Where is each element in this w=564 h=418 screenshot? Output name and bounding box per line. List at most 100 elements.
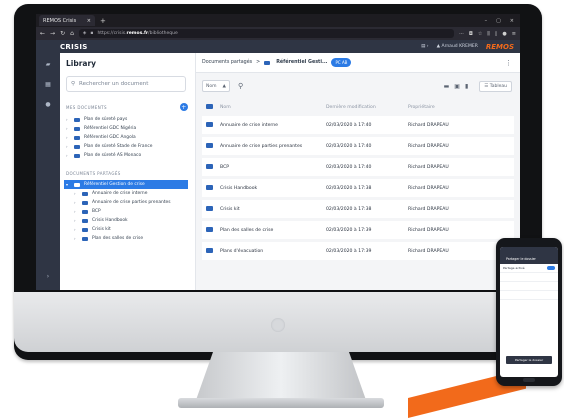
more-options-icon[interactable]: ⋮ xyxy=(505,59,520,67)
tree-item-label: Crisis kit xyxy=(92,227,111,232)
tree-item-label: Plan de sûreté AS Monaco xyxy=(84,153,142,158)
caret-right-icon[interactable]: › xyxy=(74,236,80,241)
tree-item-my-doc[interactable]: › Référentiel GDC Nigéria xyxy=(66,124,195,133)
phone-home-indicator xyxy=(523,378,535,382)
page-actions-icon[interactable]: ··· xyxy=(459,31,464,37)
grid-icon[interactable]: ▦ xyxy=(45,81,51,88)
tree-item-shared-child[interactable]: › Plan des salles de crise xyxy=(66,234,195,243)
browser-tab[interactable]: REMOS Crisis × xyxy=(39,15,95,26)
breadcrumb: Documents partagés > Référentiel Gesti..… xyxy=(196,53,520,73)
lock-icon: ▪ xyxy=(90,31,94,36)
row-name: BCP xyxy=(220,164,230,170)
folder-icon xyxy=(202,247,220,255)
table-row[interactable]: BCP 02/03/2020 à 17:40 Richard DRAPEAU xyxy=(202,158,514,179)
row-date: 02/03/2020 à 17:38 xyxy=(326,185,372,191)
shared-documents-heading: DOCUMENTS PARTAGÉS xyxy=(66,171,188,176)
tree-item-my-doc[interactable]: › Plan de sûreté Stade de France xyxy=(66,142,195,151)
breadcrumb-current[interactable]: Référentiel Gesti... xyxy=(276,60,327,65)
sidebar-icon[interactable]: ▯ xyxy=(495,31,498,37)
close-window-button[interactable]: × xyxy=(510,18,514,24)
trash-icon[interactable]: ▮ xyxy=(465,83,468,90)
tree-item-my-doc[interactable]: › Référentiel GDC Angola xyxy=(66,133,195,142)
menu-icon[interactable]: ≡ xyxy=(512,31,516,37)
row-owner: Richard DRAPEAU xyxy=(408,143,449,149)
folder-icon xyxy=(264,60,271,65)
notifications-icon[interactable]: ▤ › xyxy=(421,44,428,49)
table-row[interactable]: Plans d'évacuation 02/03/2020 à 17:39 Ri… xyxy=(202,242,514,263)
layers-icon[interactable]: ▰ xyxy=(46,61,51,68)
caret-right-icon[interactable]: › xyxy=(74,227,80,232)
extension-icon[interactable]: ● xyxy=(502,31,506,37)
column-header-name[interactable]: Nom xyxy=(220,105,326,110)
window-controls: – ▢ × xyxy=(485,18,520,24)
table-row[interactable]: Annuaire de crise parties prenantes 02/0… xyxy=(202,137,514,158)
tree-item-label: Plan des salles de crise xyxy=(92,236,144,241)
tree-item-my-doc[interactable]: › Plan de sûreté AS Monaco xyxy=(66,151,195,160)
tree-item-shared-child[interactable]: › Annuaire de crise parties prenantes xyxy=(66,198,195,207)
tree-item-label: Plan de sûreté pays xyxy=(84,117,128,122)
pocket-icon[interactable]: ◘ xyxy=(469,31,473,37)
minimize-button[interactable]: – xyxy=(485,18,488,24)
caret-right-icon[interactable]: › xyxy=(66,117,72,122)
maximize-button[interactable]: ▢ xyxy=(496,18,501,24)
library-icon[interactable]: ⫼ xyxy=(487,31,489,37)
caret-right-icon[interactable]: › xyxy=(66,135,72,140)
table-row[interactable]: Crisis Handbook 02/03/2020 à 17:38 Richa… xyxy=(202,179,514,200)
row-date: 02/03/2020 à 17:40 xyxy=(326,122,372,128)
tree-item-shared-child[interactable]: › Annuaire de crise interne xyxy=(66,189,195,198)
chevron-right-icon[interactable]: › xyxy=(47,273,49,280)
folder-icon xyxy=(82,218,88,223)
share-toggle[interactable] xyxy=(547,266,555,270)
user-menu[interactable]: ▲ Arnaud KREMER xyxy=(437,44,478,49)
phone-share-button[interactable]: Partager le dossier xyxy=(506,356,552,364)
tree-item-my-doc[interactable]: › Plan de sûreté pays xyxy=(66,115,195,124)
bookmark-star-icon[interactable]: ☆ xyxy=(478,31,482,37)
library-search-input[interactable]: ⚲ Rechercher un document xyxy=(66,76,186,92)
apple-logo-icon xyxy=(271,318,285,332)
column-header-date[interactable]: Dernière modification xyxy=(326,105,408,110)
breadcrumb-root[interactable]: Documents partagés xyxy=(202,60,252,65)
caret-right-icon[interactable]: › xyxy=(66,144,72,149)
tree-item-shared-child[interactable]: › Crisis Handbook xyxy=(66,216,195,225)
column-header-owner[interactable]: Propriétaire xyxy=(408,105,478,110)
tree-item-shared-child[interactable]: › BCP xyxy=(66,207,195,216)
view-toggle-button[interactable]: ☰ Tableau xyxy=(479,80,512,92)
promo-scene: REMOS Crisis × + – ▢ × ← → ↻ ⌂ ◈ ▪ https… xyxy=(0,0,564,418)
chat-icon[interactable]: ● xyxy=(45,101,50,108)
phone-list-row xyxy=(500,282,558,291)
back-icon[interactable]: ← xyxy=(40,30,45,37)
row-name: Plans d'évacuation xyxy=(220,248,264,254)
table-row[interactable]: Plan des salles de crise 02/03/2020 à 17… xyxy=(202,221,514,242)
add-document-button[interactable]: + xyxy=(180,103,188,111)
shared-users-badge[interactable]: PC AB xyxy=(331,58,352,67)
caret-down-icon[interactable]: ▾ xyxy=(66,182,72,187)
caret-right-icon[interactable]: › xyxy=(74,191,80,196)
table-row[interactable]: Crisis kit 02/03/2020 à 17:38 Richard DR… xyxy=(202,200,514,221)
address-bar[interactable]: ◈ ▪ https://crisis.remos.fr/bibliotheque xyxy=(78,29,455,38)
tree-item-label: Annuaire de crise parties prenantes xyxy=(92,200,171,205)
tree-item-selected[interactable]: ▾ Référentiel Gestion de crise xyxy=(64,180,188,189)
reload-icon[interactable]: ↻ xyxy=(60,30,65,37)
tree-item-shared-child[interactable]: › Crisis kit xyxy=(66,225,195,234)
caret-right-icon[interactable]: › xyxy=(74,218,80,223)
table-row[interactable]: Annuaire de crise interne 02/03/2020 à 1… xyxy=(202,116,514,137)
search-icon: ⚲ xyxy=(71,81,76,87)
sort-select[interactable]: Nom ▲ xyxy=(202,80,230,92)
monitor-stand xyxy=(196,352,366,400)
folder-icon xyxy=(202,163,220,171)
search-icon[interactable]: ⚲ xyxy=(238,82,243,90)
row-name: Crisis Handbook xyxy=(220,185,258,191)
copy-icon[interactable]: ▣ xyxy=(454,83,460,90)
sort-arrow-icon: ▲ xyxy=(222,83,226,89)
caret-right-icon[interactable]: › xyxy=(74,200,80,205)
home-icon[interactable]: ⌂ xyxy=(70,30,74,37)
tab-close-icon[interactable]: × xyxy=(87,18,91,24)
phone-share-row[interactable]: Partage activé xyxy=(500,264,558,273)
new-tab-button[interactable]: + xyxy=(100,17,106,25)
forward-icon[interactable]: → xyxy=(50,30,55,37)
caret-right-icon[interactable]: › xyxy=(74,209,80,214)
upload-folder-icon[interactable]: ▬ xyxy=(444,83,450,90)
caret-right-icon[interactable]: › xyxy=(66,126,72,131)
row-date: 02/03/2020 à 17:38 xyxy=(326,206,372,212)
caret-right-icon[interactable]: › xyxy=(66,153,72,158)
